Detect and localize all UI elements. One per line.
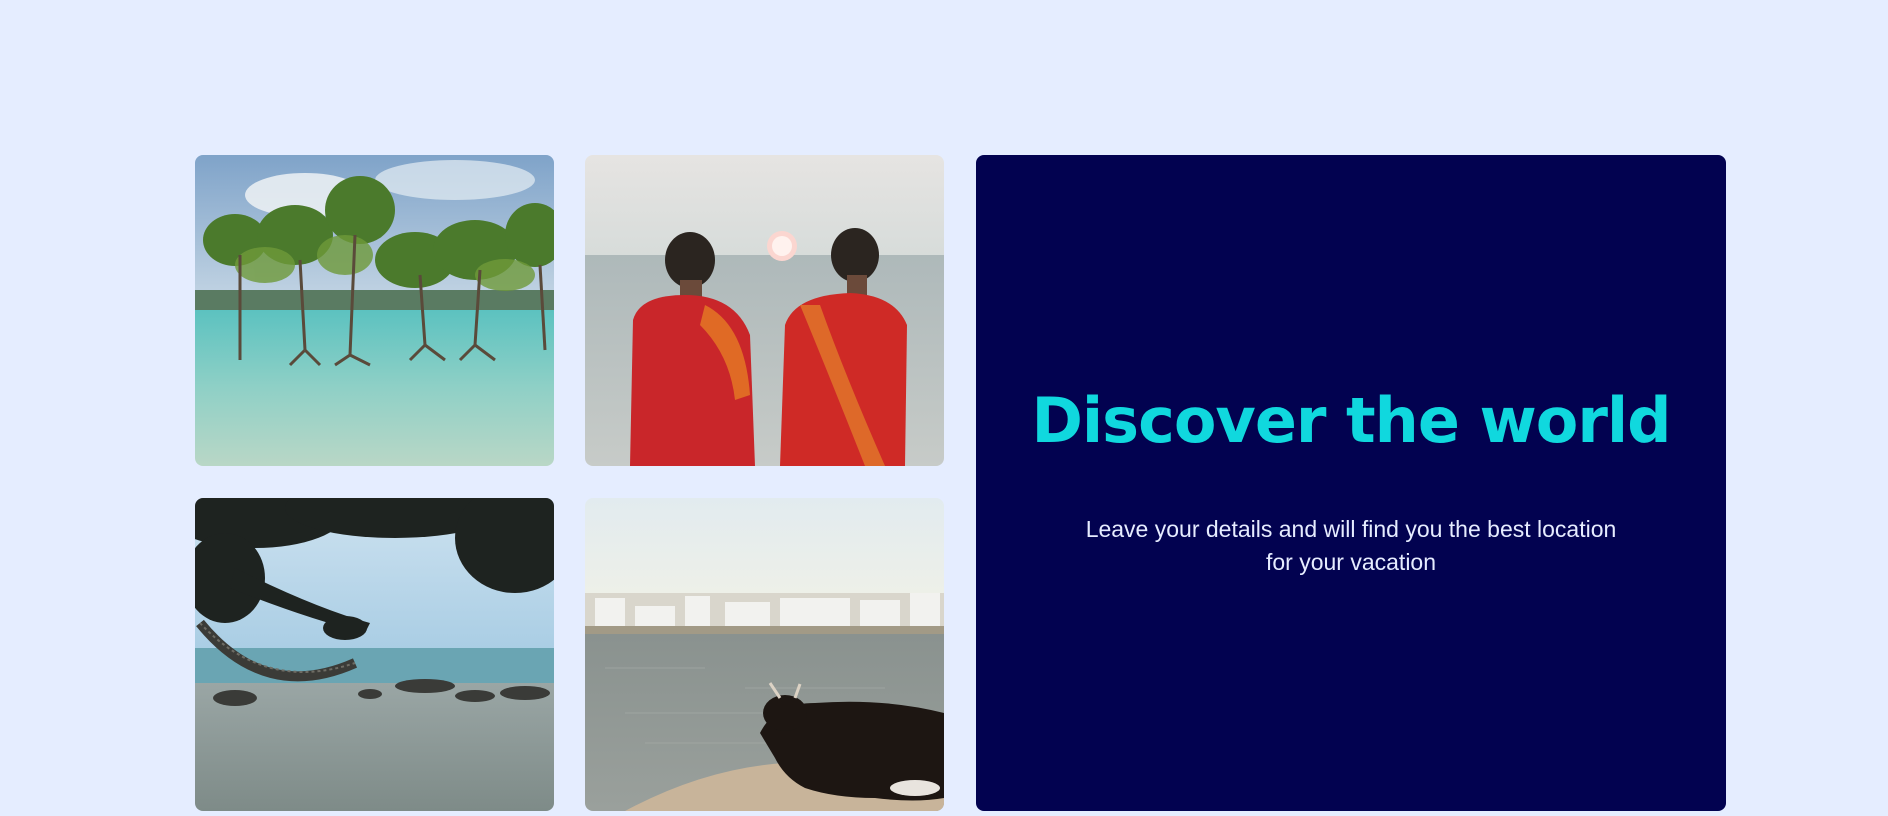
cow-lake-illustration — [585, 498, 944, 811]
gallery-image-mangroves — [195, 155, 554, 466]
hero-title: Discover the world — [1031, 383, 1671, 457]
photo-gallery — [195, 155, 946, 811]
beach-hammock-illustration — [195, 498, 554, 811]
mangroves-illustration — [195, 155, 554, 466]
gallery-image-beach-hammock — [195, 498, 554, 811]
women-sunset-illustration — [585, 155, 944, 466]
hero-description: Leave your details and will find you the… — [1085, 516, 1617, 576]
gallery-image-women-sunset — [585, 155, 944, 466]
hero-panel: Discover the world Leave your details an… — [976, 155, 1726, 811]
gallery-image-cow-lake — [585, 498, 944, 811]
